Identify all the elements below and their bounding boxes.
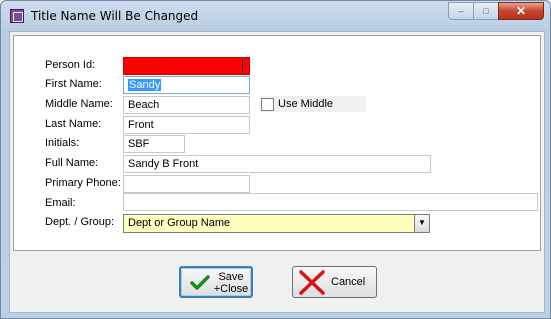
first-name-field[interactable]: Sandy bbox=[123, 76, 250, 94]
initials-field[interactable]: SBF bbox=[123, 135, 185, 153]
email-field[interactable] bbox=[123, 193, 538, 211]
middle-name-value: Beach bbox=[128, 99, 160, 111]
last-name-field[interactable]: Front bbox=[123, 116, 250, 134]
dialog-client-area: Person Id: First Name: Sandy Middle Name… bbox=[9, 31, 545, 313]
initials-value: SBF bbox=[128, 138, 150, 150]
full-name-field[interactable]: Sandy B Front bbox=[123, 155, 431, 173]
first-name-label: First Name: bbox=[45, 78, 102, 90]
window-title: Title Name Will Be Changed bbox=[31, 9, 199, 23]
last-name-label: Last Name: bbox=[45, 118, 102, 130]
full-name-label: Full Name: bbox=[45, 157, 99, 169]
close-button[interactable]: ✕ bbox=[498, 2, 544, 20]
app-icon[interactable] bbox=[10, 9, 24, 23]
checkmark-icon bbox=[190, 275, 210, 290]
dept-group-value: Dept or Group Name bbox=[128, 217, 231, 229]
middle-name-field[interactable]: Beach bbox=[123, 96, 250, 114]
save-close-button[interactable]: Save +Close bbox=[179, 266, 253, 298]
first-name-value: Sandy bbox=[128, 79, 162, 91]
middle-name-label: Middle Name: bbox=[45, 98, 113, 110]
use-middle-option[interactable]: Use Middle bbox=[261, 96, 366, 112]
primary-phone-field[interactable] bbox=[123, 175, 250, 193]
person-id-label: Person Id: bbox=[45, 59, 96, 71]
cancel-label: Cancel bbox=[331, 276, 366, 288]
email-label: Email: bbox=[45, 197, 76, 209]
chevron-down-icon[interactable]: ▼ bbox=[414, 215, 429, 232]
dept-group-label: Dept. / Group: bbox=[45, 216, 115, 228]
person-id-field[interactable] bbox=[123, 57, 250, 75]
full-name-value: Sandy B Front bbox=[128, 158, 199, 170]
red-x-icon bbox=[299, 270, 325, 295]
cancel-button[interactable]: Cancel bbox=[292, 266, 377, 298]
maximize-button[interactable]: □ bbox=[473, 2, 499, 20]
initials-label: Initials: bbox=[45, 137, 80, 149]
text-cursor bbox=[242, 60, 243, 72]
dialog-window: Title Name Will Be Changed – □ ✕ Person … bbox=[0, 0, 551, 319]
close-label: +Close bbox=[213, 283, 249, 295]
save-label: Save bbox=[218, 271, 244, 283]
use-middle-label: Use Middle bbox=[278, 98, 334, 110]
minimize-button[interactable]: – bbox=[448, 2, 474, 20]
person-details-panel: Person Id: First Name: Sandy Middle Name… bbox=[13, 35, 541, 251]
title-bar[interactable]: Title Name Will Be Changed – □ ✕ bbox=[1, 1, 550, 31]
last-name-value: Front bbox=[128, 119, 154, 131]
primary-phone-label: Primary Phone: bbox=[45, 177, 121, 189]
dept-group-dropdown[interactable]: Dept or Group Name ▼ bbox=[123, 214, 430, 233]
use-middle-checkbox[interactable] bbox=[261, 98, 274, 111]
